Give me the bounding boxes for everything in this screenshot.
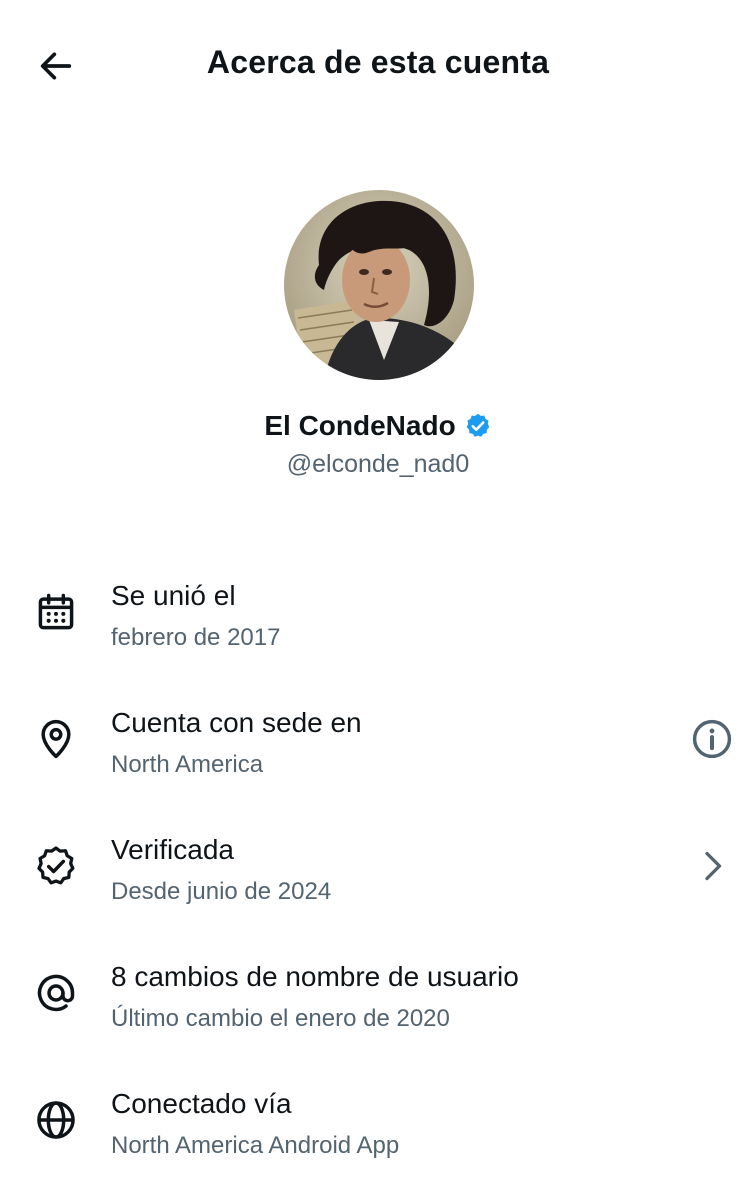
info-icon (692, 719, 732, 759)
chevron-right-icon (705, 851, 722, 881)
location-value: North America (111, 751, 264, 778)
verified-since: Desde junio de 2024 (111, 878, 332, 905)
profile-name-row: El CondeNado (0, 410, 756, 442)
list-item-connected-via: Conectado vía North America Android App (0, 1068, 756, 1195)
connected-via-label: Conectado vía (111, 1088, 292, 1119)
last-change-date: Último cambio el enero de 2020 (111, 1005, 450, 1032)
verified-badge-icon (466, 413, 489, 437)
page-title: Acerca de esta cuenta (206, 44, 550, 80)
location-label: Cuenta con sede en (111, 707, 362, 738)
list-item-username-changes: 8 cambios de nombre de usuario Último ca… (0, 941, 756, 1068)
verified-seal-icon (37, 846, 75, 885)
joined-date: febrero de 2017 (111, 624, 281, 651)
list-item-verified[interactable]: Verificada Desde junio de 2024 (0, 814, 756, 941)
connected-via-value: North America Android App (111, 1132, 400, 1159)
globe-icon (37, 1101, 75, 1139)
at-sign-icon (37, 974, 75, 1012)
location-pin-icon (41, 719, 71, 759)
list-item-joined: Se unió el febrero de 2017 (0, 560, 756, 687)
location-info-button[interactable] (690, 717, 734, 761)
joined-label: Se unió el (111, 580, 236, 611)
profile-handle: @elconde_nad0 (286, 450, 470, 478)
calendar-icon (38, 593, 74, 630)
profile-name: El CondeNado (264, 410, 456, 441)
verified-chevron[interactable] (690, 844, 734, 888)
verified-label: Verificada (111, 834, 234, 865)
top-bar: Acerca de esta cuenta (0, 0, 756, 130)
username-changes-label: 8 cambios de nombre de usuario (111, 961, 519, 992)
avatar (284, 190, 474, 380)
list-item-location: Cuenta con sede en North America (0, 687, 756, 814)
account-info-list: Se unió el febrero de 2017 Cuenta con se… (0, 560, 756, 1195)
